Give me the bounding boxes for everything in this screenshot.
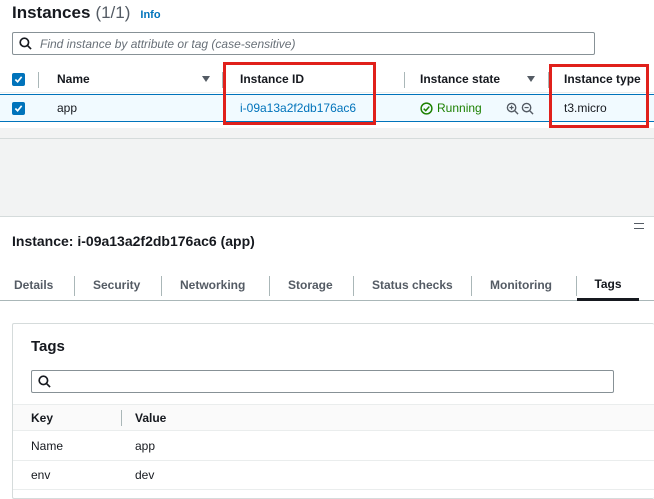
- tab-storage[interactable]: Storage: [288, 269, 333, 301]
- details-tabs: Details Security Networking Storage Stat…: [0, 269, 654, 301]
- table-row: env dev: [13, 461, 654, 490]
- row-checkbox[interactable]: [12, 95, 25, 121]
- tab-networking[interactable]: Networking: [180, 269, 245, 301]
- row-instance-state: Running: [420, 95, 482, 121]
- drag-handle-icon[interactable]: [634, 223, 644, 229]
- tags-title: Tags: [31, 338, 65, 355]
- table-row: Name app: [13, 432, 654, 461]
- column-header-instance-state[interactable]: Instance state: [420, 66, 500, 92]
- tag-value: app: [135, 439, 156, 453]
- instances-panel: Instances (1/1) Info Find instance by at…: [0, 0, 654, 128]
- tag-key: env: [31, 468, 51, 482]
- checkbox-checked-icon: [12, 101, 25, 115]
- instance-details-panel: Instance: i-09a13a2f2db176ac6 (app) Deta…: [0, 216, 654, 499]
- column-header-key[interactable]: Key: [31, 405, 53, 430]
- tag-key: Name: [31, 439, 64, 453]
- search-icon: [38, 375, 51, 388]
- status-running-icon: [420, 101, 433, 115]
- instances-count: (1/1): [95, 3, 131, 22]
- search-placeholder: Find instance by attribute or tag (case-…: [40, 36, 296, 51]
- instances-title: Instances: [12, 3, 91, 22]
- details-title: Instance: i-09a13a2f2db176ac6 (app): [12, 233, 255, 249]
- highlight-instance-type: [549, 64, 649, 128]
- column-header-value[interactable]: Value: [135, 405, 166, 430]
- zoom-in-icon[interactable]: [506, 95, 519, 121]
- tab-security[interactable]: Security: [93, 269, 140, 301]
- column-header-name[interactable]: Name: [57, 66, 90, 92]
- tab-monitoring[interactable]: Monitoring: [490, 269, 552, 301]
- tags-table-header: Key Value: [13, 404, 654, 431]
- row-name: app: [57, 101, 78, 115]
- sort-caret-icon[interactable]: [202, 66, 210, 92]
- row-state-label: Running: [437, 101, 482, 115]
- tab-details[interactable]: Details: [14, 269, 53, 301]
- tags-container: Tags Key Value Name app env dev: [12, 323, 654, 499]
- tab-tags[interactable]: Tags: [577, 269, 639, 301]
- tag-value: dev: [135, 468, 155, 482]
- instances-header: Instances (1/1) Info: [12, 3, 161, 23]
- tags-search-input[interactable]: [31, 370, 614, 393]
- select-all-checkbox[interactable]: [12, 66, 25, 92]
- tab-status-checks[interactable]: Status checks: [372, 269, 453, 301]
- sort-caret-icon[interactable]: [527, 66, 535, 92]
- search-icon: [19, 37, 32, 50]
- instance-search-input[interactable]: Find instance by attribute or tag (case-…: [12, 32, 595, 55]
- zoom-out-icon[interactable]: [521, 95, 534, 121]
- highlight-instance-id: [223, 62, 376, 125]
- info-link[interactable]: Info: [140, 9, 160, 21]
- panel-splitter-area: [0, 128, 654, 216]
- checkbox-checked-icon: [12, 72, 25, 86]
